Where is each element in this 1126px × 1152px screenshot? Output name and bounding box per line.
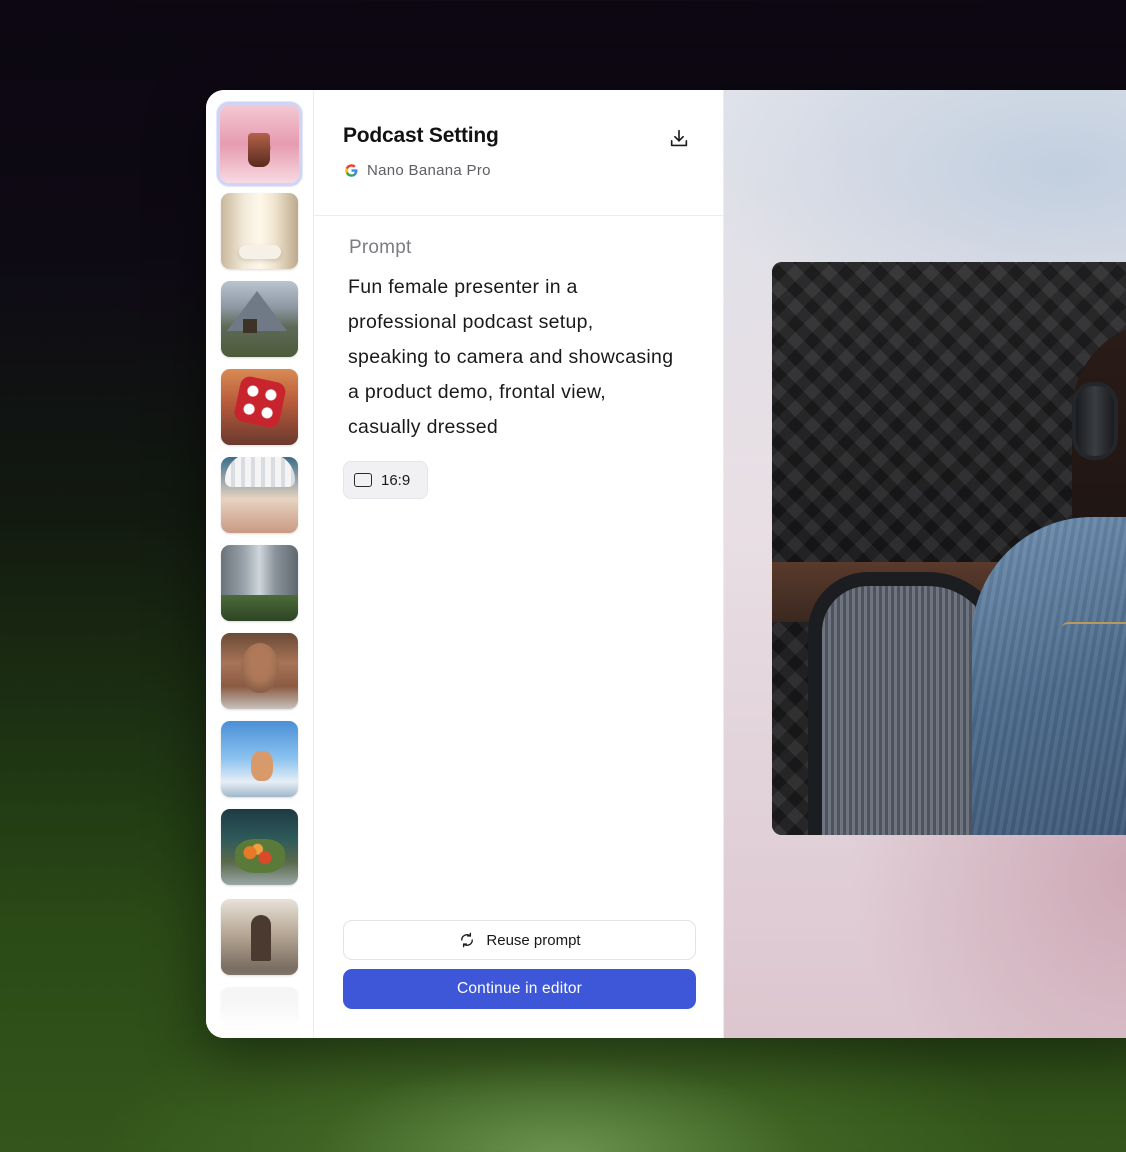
refresh-icon [458,931,476,949]
google-icon [344,163,359,178]
continue-in-editor-label: Continue in editor [456,980,583,997]
thumbnail-woman-portrait[interactable] [221,633,298,709]
thumbnail-mountain-cabin[interactable] [221,281,298,357]
thumbnail-white-interior[interactable] [221,193,298,269]
thumbnail-sky-character[interactable] [221,721,298,797]
aspect-ratio-icon [354,473,372,487]
reuse-prompt-button[interactable]: Reuse prompt [343,920,696,960]
app-window: Podcast Setting Nano Banana Pro Prompt F… [206,90,1126,1038]
aspect-ratio-chip[interactable]: 16:9 [343,461,428,499]
jacket-seam [1062,622,1126,648]
reuse-prompt-label: Reuse prompt [486,931,581,949]
presenter-denim-jacket [972,517,1126,835]
prompt-label: Prompt [349,237,412,258]
thumbnail-city-street[interactable] [221,545,298,621]
download-icon [670,129,688,147]
page-title: Podcast Setting [343,124,499,147]
aspect-ratio-label: 16:9 [381,471,411,489]
thumbnail-airport-man[interactable] [221,899,298,975]
panel-header: Podcast Setting Nano Banana Pro [314,90,724,216]
thumbnail-knit-hat-portrait[interactable] [221,457,298,533]
preview-image[interactable] [772,262,1126,835]
prompt-text: Fun female presenter in a professional p… [348,276,674,438]
model-info: Nano Banana Pro [344,162,491,179]
headphones [1072,382,1118,460]
preview-pane [724,90,1126,1038]
thumbnail-rail[interactable] [206,90,314,1038]
thumbnail-red-dice[interactable] [221,369,298,445]
model-name: Nano Banana Pro [367,162,491,179]
rail-fade-overlay [206,968,313,1038]
download-button[interactable] [666,126,692,152]
thumbnail-fish-terrarium[interactable] [221,809,298,885]
detail-panel: Podcast Setting Nano Banana Pro Prompt F… [314,90,724,1038]
thumbnail-pink-coffee[interactable] [217,102,302,186]
continue-in-editor-button[interactable]: Continue in editor [343,969,696,1009]
